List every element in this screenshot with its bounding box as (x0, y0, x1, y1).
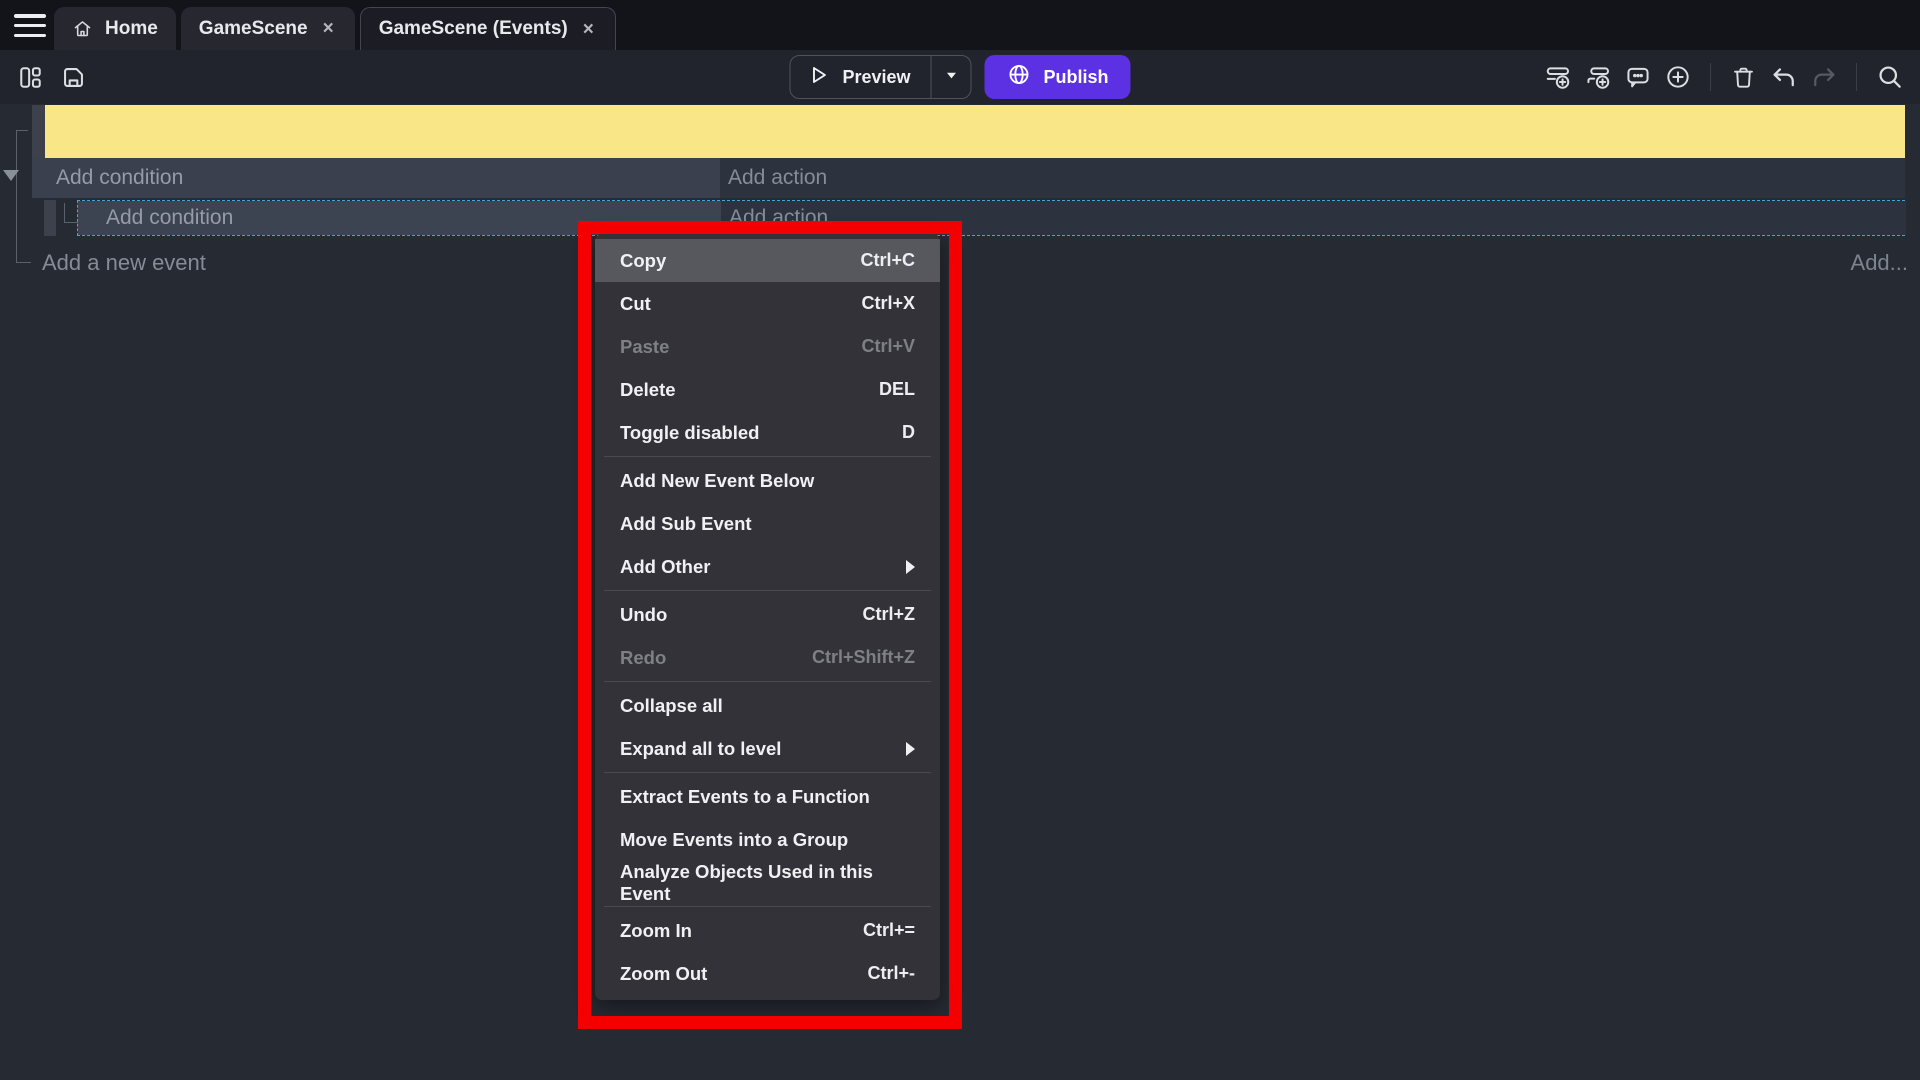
menu-separator (604, 681, 931, 682)
menu-item-zoom-in[interactable]: Zoom In Ctrl+= (595, 909, 940, 952)
add-subevent-icon[interactable] (1583, 63, 1612, 92)
preview-label: Preview (842, 67, 910, 88)
context-menu: Copy Ctrl+C Cut Ctrl+X Paste Ctrl+V Dele… (595, 234, 940, 1000)
tab-label: Home (105, 18, 158, 40)
menu-item-redo[interactable]: Redo Ctrl+Shift+Z (595, 636, 940, 679)
event-gutter[interactable] (32, 105, 45, 158)
actions-cell[interactable]: Add action (721, 201, 1906, 235)
add-new-event-link[interactable]: Add a new event (42, 250, 206, 276)
tab-home[interactable]: Home (54, 7, 176, 50)
selection-outline: Add condition Add action (77, 200, 1905, 236)
save-icon[interactable] (59, 63, 88, 92)
tab-strip: Home GameScene × GameScene (Events) × (54, 7, 616, 50)
preview-button[interactable]: Preview (790, 56, 930, 98)
play-icon (806, 63, 830, 92)
close-tab-icon[interactable]: × (580, 18, 597, 41)
menu-item-move-events-into-group[interactable]: Move Events into a Group (595, 818, 940, 861)
caret-down-icon (942, 66, 960, 89)
shortcut-label: DEL (879, 379, 915, 400)
event-tree-line (16, 243, 31, 263)
conditions-cell[interactable]: Add condition (78, 201, 721, 235)
shortcut-label: Ctrl+V (861, 336, 915, 357)
preview-button-group: Preview (789, 55, 971, 99)
choose-event-icon[interactable] (1663, 63, 1692, 92)
add-action-link[interactable]: Add action (720, 166, 827, 190)
publish-button[interactable]: Publish (985, 55, 1131, 99)
redo-icon[interactable] (1809, 63, 1838, 92)
menu-item-collapse-all[interactable]: Collapse all (595, 684, 940, 727)
toolbar-divider (1856, 63, 1857, 91)
shortcut-label: Ctrl+Z (862, 604, 915, 625)
project-manager-icon[interactable] (16, 63, 45, 92)
add-action-link[interactable]: Add action (721, 206, 828, 230)
tab-gamescene[interactable]: GameScene × (181, 7, 355, 50)
menu-item-add-other[interactable]: Add Other (595, 545, 940, 588)
add-event-icon[interactable] (1543, 63, 1572, 92)
menu-item-add-sub-event[interactable]: Add Sub Event (595, 502, 940, 545)
undo-icon[interactable] (1769, 63, 1798, 92)
home-icon (72, 18, 93, 39)
delete-icon[interactable] (1729, 63, 1758, 92)
add-condition-link[interactable]: Add condition (32, 166, 183, 190)
shortcut-label: Ctrl+Shift+Z (812, 647, 915, 668)
add-comment-icon[interactable] (1623, 63, 1652, 92)
events-toolbar: Preview Publish (0, 50, 1920, 104)
menu-separator (604, 906, 931, 907)
menu-item-add-new-event-below[interactable]: Add New Event Below (595, 459, 940, 502)
conditions-cell[interactable]: Add condition (32, 158, 720, 198)
submenu-arrow-icon (906, 560, 915, 574)
add-condition-link[interactable]: Add condition (78, 206, 233, 230)
subevent-row-selected: Add condition Add action (0, 200, 1920, 236)
events-sheet: Add condition Add action Add condition A… (0, 104, 1920, 1080)
tab-label: GameScene (199, 18, 308, 40)
menu-item-delete[interactable]: Delete DEL (595, 368, 940, 411)
menu-item-extract-events-to-function[interactable]: Extract Events to a Function (595, 775, 940, 818)
preview-options-button[interactable] (931, 56, 971, 98)
add-overflow-link[interactable]: Add... (1851, 250, 1908, 276)
menu-item-paste[interactable]: Paste Ctrl+V (595, 325, 940, 368)
menu-separator (604, 456, 931, 457)
menu-item-cut[interactable]: Cut Ctrl+X (595, 282, 940, 325)
menu-item-undo[interactable]: Undo Ctrl+Z (595, 593, 940, 636)
main-menu-icon[interactable] (14, 14, 46, 37)
menu-item-analyze-objects[interactable]: Analyze Objects Used in this Event (595, 861, 940, 904)
menu-separator (604, 590, 931, 591)
event-row: Add condition Add action (0, 158, 1920, 198)
menu-item-copy[interactable]: Copy Ctrl+C (595, 239, 940, 282)
toolbar-divider (1710, 63, 1711, 91)
toolbar-left-cluster (16, 50, 88, 104)
globe-icon (1007, 62, 1032, 92)
shortcut-label: Ctrl+C (860, 250, 915, 271)
comment-block[interactable] (45, 105, 1905, 158)
shortcut-label: D (902, 422, 915, 443)
shortcut-label: Ctrl+= (863, 920, 915, 941)
menu-item-toggle-disabled[interactable]: Toggle disabled D (595, 411, 940, 454)
close-tab-icon[interactable]: × (320, 17, 337, 40)
shortcut-label: Ctrl+X (861, 293, 915, 314)
menu-item-zoom-out[interactable]: Zoom Out Ctrl+- (595, 952, 940, 995)
menu-item-expand-all-to-level[interactable]: Expand all to level (595, 727, 940, 770)
search-icon[interactable] (1875, 63, 1904, 92)
tab-bar: Home GameScene × GameScene (Events) × (0, 0, 1920, 50)
submenu-arrow-icon (906, 742, 915, 756)
actions-cell[interactable]: Add action (720, 158, 1905, 198)
toolbar-right-cluster (1543, 50, 1904, 104)
toolbar-center-cluster: Preview Publish (789, 55, 1130, 99)
tab-gamescene-events[interactable]: GameScene (Events) × (360, 7, 616, 50)
tab-label: GameScene (Events) (379, 18, 568, 40)
publish-label: Publish (1044, 67, 1109, 88)
shortcut-label: Ctrl+- (867, 963, 915, 984)
menu-separator (604, 772, 931, 773)
